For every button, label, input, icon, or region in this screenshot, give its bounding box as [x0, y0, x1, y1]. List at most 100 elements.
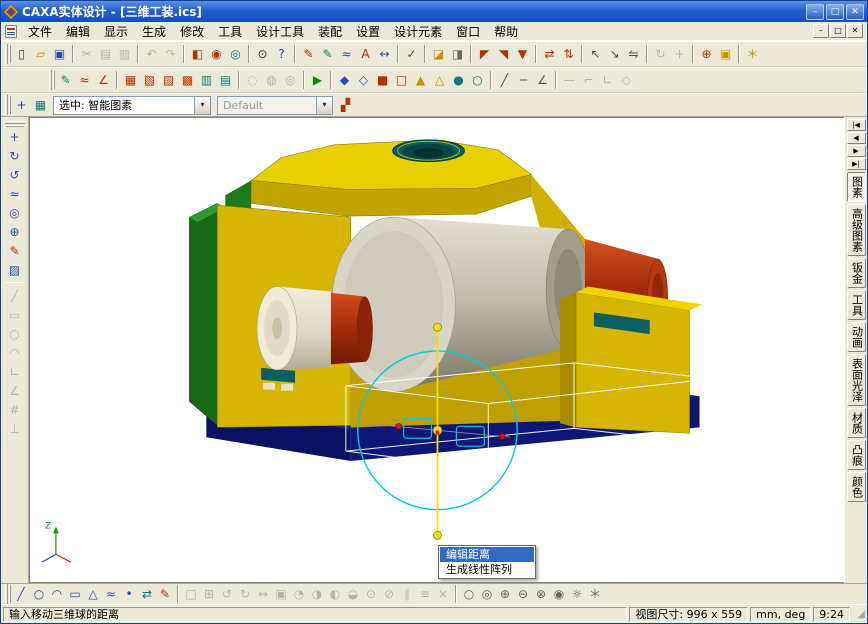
menu-item-3[interactable]: 生成 [135, 22, 173, 41]
catalog-tab-7[interactable]: 凸痕 [847, 440, 866, 470]
menu-item-1[interactable]: 编辑 [59, 22, 97, 41]
menu-item-10[interactable]: 窗口 [449, 22, 487, 41]
profile-mirror-button[interactable]: ⇄ [138, 585, 156, 603]
smart-motion-button[interactable]: ＊ [743, 45, 762, 64]
menu-item-8[interactable]: 设置 [349, 22, 387, 41]
mdi-restore-button[interactable]: □ [830, 24, 846, 38]
toolbar-drag-handle[interactable] [49, 70, 52, 90]
zoom-tool-button[interactable]: ◎ [5, 203, 24, 222]
toolbar-drag-handle[interactable] [5, 584, 8, 604]
zoom-in-button[interactable]: ⊕ [697, 45, 716, 64]
wrap-tool-button[interactable]: ● [449, 71, 468, 90]
minimize-button[interactable]: – [806, 4, 824, 20]
measure-button[interactable]: ∠ [94, 71, 113, 90]
profile-spline-button[interactable]: ≈ [102, 585, 120, 603]
triball-axis-handle-right[interactable] [499, 433, 505, 439]
extrude-feature-button[interactable]: ◧ [188, 45, 207, 64]
menu-item-0[interactable]: 文件 [21, 22, 59, 41]
light-point-button[interactable]: ⊗ [532, 585, 550, 603]
catalog-tab-3[interactable]: 工具 [847, 290, 866, 320]
text-tool-button[interactable]: A [356, 45, 375, 64]
toolbar-drag-handle[interactable] [5, 95, 8, 115]
zoom-extents-button[interactable]: ▣ [716, 45, 735, 64]
model-right-support[interactable] [560, 287, 701, 434]
edit-sketch-button[interactable]: ✎ [156, 585, 174, 603]
line-mode-button[interactable]: ╱ [495, 71, 514, 90]
menu-item-9[interactable]: 设计元素 [387, 22, 449, 41]
catalog-tab-8[interactable]: 颜色 [847, 472, 866, 502]
menu-item-2[interactable]: 显示 [97, 22, 135, 41]
sketch-2d-button[interactable]: ✎ [299, 45, 318, 64]
edit-surface-button[interactable]: ✎ [56, 71, 75, 90]
boolean-intersect-button[interactable]: ▲ [411, 71, 430, 90]
view-rotate-left-button[interactable]: ◤ [475, 45, 494, 64]
mdi-minimize-button[interactable]: – [813, 24, 829, 38]
triball-top-handle[interactable] [434, 323, 442, 331]
project-tool-button[interactable]: ○ [468, 71, 487, 90]
pattern-linear-button[interactable]: ◆ [335, 71, 354, 90]
split-tool-button[interactable]: △ [430, 71, 449, 90]
view-front-button[interactable]: ▼ [513, 45, 532, 64]
new-file-button[interactable]: ▯ [12, 45, 31, 64]
spin-view-button[interactable]: ↺ [5, 165, 24, 184]
cylinder-feature-button[interactable]: ▧ [140, 71, 159, 90]
mirror-tool-button[interactable]: ⇋ [624, 45, 643, 64]
boolean-union-button[interactable]: ■ [373, 71, 392, 90]
viewport-canvas[interactable]: Z [30, 118, 844, 582]
smart-snap-button[interactable]: ≈ [75, 71, 94, 90]
toolbar-drag-handle[interactable] [5, 121, 25, 124]
viewport-3d[interactable]: Z 编辑距离生成线性阵列 [29, 117, 844, 583]
sweep-feature-button[interactable]: ◎ [226, 45, 245, 64]
move-3d-button[interactable]: + [5, 127, 24, 146]
rib-feature-button[interactable]: ▤ [216, 71, 235, 90]
catalog-tab-4[interactable]: 动画 [847, 322, 866, 352]
menu-item-7[interactable]: 装配 [311, 22, 349, 41]
dimension-tool-button[interactable]: ↔ [375, 45, 394, 64]
catalog-tab-2[interactable]: 钣金 [847, 258, 866, 288]
selection-extra-button[interactable]: ▞ [336, 96, 355, 115]
sketch-3d-button[interactable]: ✎ [318, 45, 337, 64]
catalog-tab-0[interactable]: 图素 [847, 172, 866, 202]
profile-arc-button[interactable]: ◠ [48, 585, 66, 603]
chevron-down-icon[interactable]: ▾ [194, 97, 210, 114]
play-animation-button[interactable]: ▶ [308, 71, 327, 90]
close-button[interactable]: ✕ [846, 4, 864, 20]
panel-nav-2-button[interactable]: ▶ [847, 145, 866, 157]
menu-item-11[interactable]: 帮助 [487, 22, 525, 41]
hole-feature-button[interactable]: ▥ [197, 71, 216, 90]
menu-item-6[interactable]: 设计工具 [249, 22, 311, 41]
catalog-tab-6[interactable]: 材质 [847, 408, 866, 438]
box-feature-button[interactable]: ▦ [121, 71, 140, 90]
stretch-tool-button[interactable]: ↖ [586, 45, 605, 64]
open-file-button[interactable]: ▱ [31, 45, 50, 64]
profile-circle-button[interactable]: ○ [30, 585, 48, 603]
profile-point-button[interactable]: • [120, 585, 138, 603]
triball-bottom-handle[interactable] [434, 531, 442, 539]
context-menu-item-1[interactable]: 生成线性阵列 [440, 562, 534, 577]
revolve-feature-button[interactable]: ◉ [207, 45, 226, 64]
selection-filter-combobox[interactable]: 选中: 智能图素 ▾ [53, 96, 211, 115]
angle-mode-button[interactable]: ∠ [533, 71, 552, 90]
flip-vertical-button[interactable]: ⇅ [559, 45, 578, 64]
material-tool-button[interactable]: ◪ [429, 45, 448, 64]
selection-filter-button[interactable]: + [12, 96, 31, 115]
find-button[interactable]: ⊙ [253, 45, 272, 64]
resize-grip[interactable]: ◢ [852, 607, 865, 622]
spline-tool-button[interactable]: ≈ [337, 45, 356, 64]
render-mode-button[interactable]: ◨ [448, 45, 467, 64]
light-spot-button[interactable]: ◎ [478, 585, 496, 603]
flip-horizontal-button[interactable]: ⇄ [540, 45, 559, 64]
panel-nav-3-button[interactable]: ▶| [847, 158, 866, 170]
pattern-circular-button[interactable]: ◇ [354, 71, 373, 90]
panel-nav-0-button[interactable]: |◀ [847, 119, 866, 131]
rotate-3d-button[interactable]: ↻ [5, 146, 24, 165]
menu-item-4[interactable]: 修改 [173, 22, 211, 41]
light-ambient-button[interactable]: ○ [460, 585, 478, 603]
catalog-tab-1[interactable]: 高级图素 [847, 204, 866, 256]
catalog-tab-5[interactable]: 表面光泽 [847, 354, 866, 406]
triball-axis-handle-left[interactable] [396, 423, 402, 429]
mdi-close-button[interactable]: ✕ [847, 24, 863, 38]
model-bushing[interactable] [257, 287, 331, 370]
profile-polygon-button[interactable]: △ [84, 585, 102, 603]
menu-item-5[interactable]: 工具 [211, 22, 249, 41]
